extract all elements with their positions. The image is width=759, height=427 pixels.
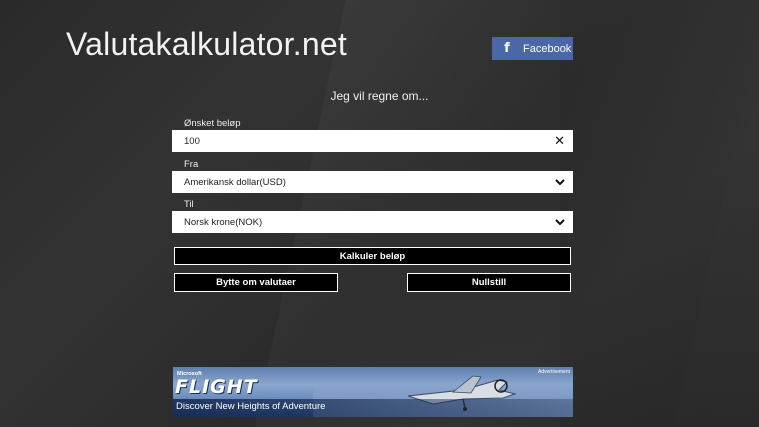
from-label: Fra [184, 159, 199, 170]
advertisement-banner[interactable]: Advertisement Microsoft FLIGHT Discover … [173, 367, 573, 417]
close-icon[interactable]: ✕ [554, 130, 565, 152]
ad-tag: Advertisement [538, 369, 570, 375]
to-label: Til [184, 199, 194, 210]
reset-button[interactable]: Nullstill [407, 273, 571, 292]
amount-input[interactable] [184, 135, 524, 147]
chevron-down-icon[interactable] [555, 171, 565, 193]
to-currency-value: Norsk krone(NOK) [184, 216, 263, 228]
from-currency-value: Amerikansk dollar(USD) [184, 176, 286, 188]
ad-tagline: Discover New Heights of Adventure [176, 401, 326, 412]
from-currency-select[interactable]: Amerikansk dollar(USD) [172, 171, 573, 193]
facebook-icon: f [504, 41, 510, 56]
background-stripe [560, 0, 759, 427]
calculate-button[interactable]: Kalkuler beløp [174, 247, 571, 265]
to-currency-select[interactable]: Norsk krone(NOK) [172, 211, 573, 233]
ad-logo: FLIGHT [175, 376, 258, 398]
chevron-down-icon[interactable] [555, 211, 565, 233]
swap-currencies-button[interactable]: Bytte om valutaer [174, 273, 338, 292]
facebook-label: Facebook [523, 42, 572, 55]
amount-label: Ønsket beløp [184, 118, 241, 129]
form-heading: Jeg vil regne om... [330, 89, 429, 103]
app-title: Valutakalkulator.net [66, 26, 347, 62]
facebook-button[interactable]: f Facebook [492, 37, 573, 60]
amount-field[interactable]: ✕ [172, 130, 573, 152]
